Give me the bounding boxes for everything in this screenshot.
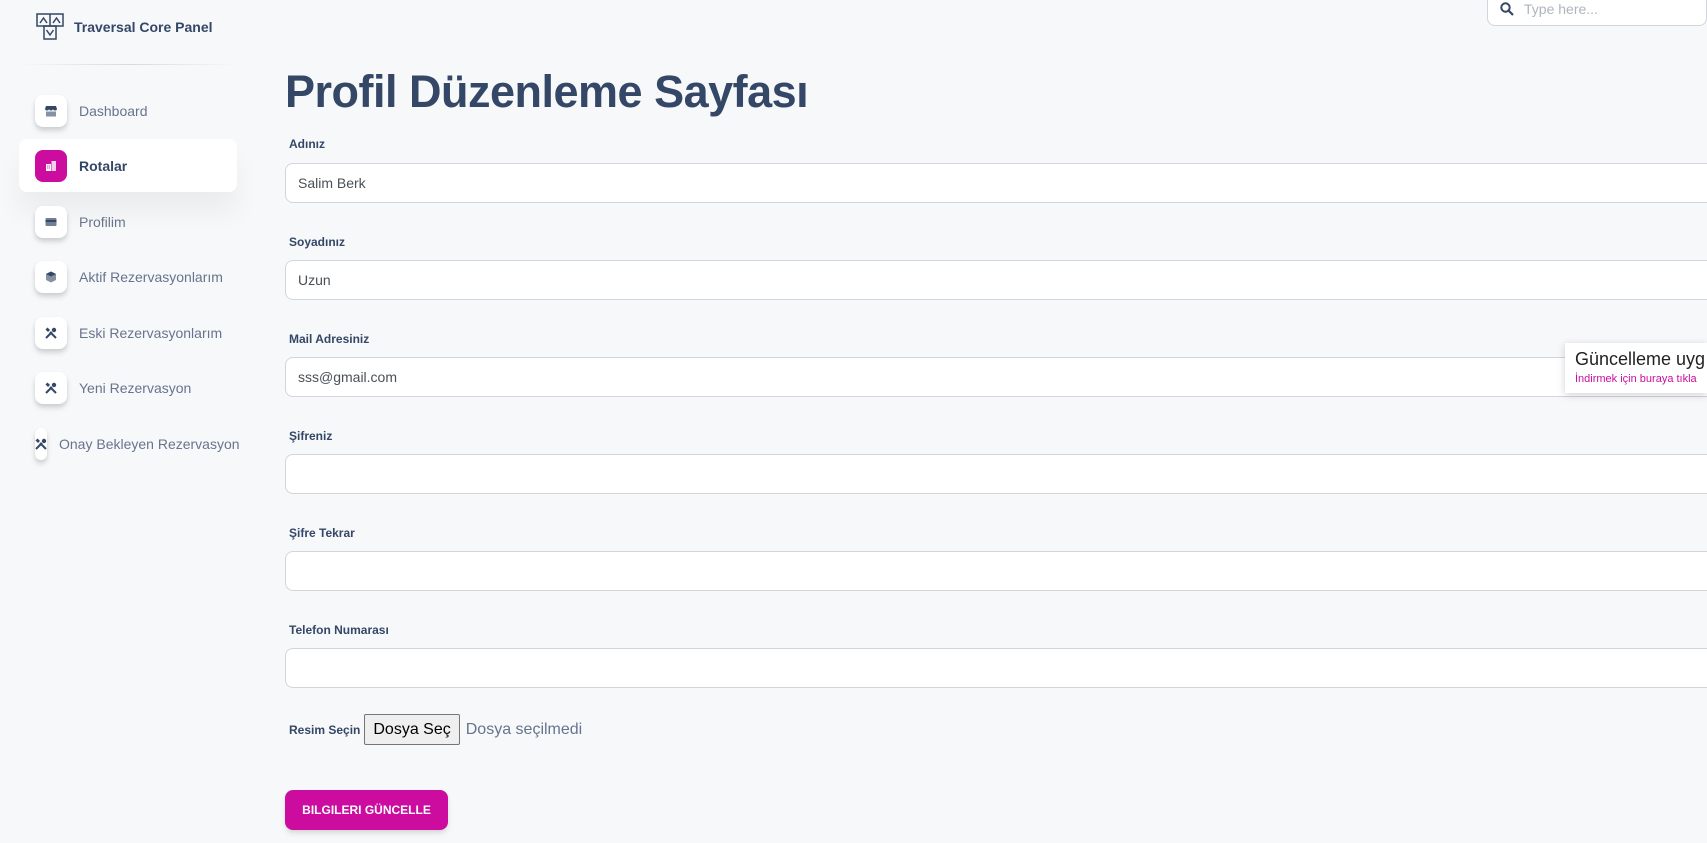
tools-icon bbox=[35, 427, 47, 460]
choose-file-button[interactable]: Dosya Seç bbox=[364, 714, 460, 745]
app-window: Traversal Core Panel Dashboard Rotalar P… bbox=[0, 0, 1707, 843]
sidebar-item-label: Eski Rezervasyonlarım bbox=[79, 324, 223, 341]
brand-name: Traversal Core Panel bbox=[74, 19, 213, 35]
sidebar-item-onay-bekleyen-rezervasyon[interactable]: Onay Bekleyen Rezervasyon bbox=[19, 417, 240, 470]
tools-icon bbox=[35, 371, 67, 404]
search-input[interactable] bbox=[1524, 1, 1674, 17]
notification-download-link[interactable]: İndirmek için buraya tıkla bbox=[1575, 373, 1707, 385]
update-info-button[interactable]: BILGILERI GÜNCELLE bbox=[285, 790, 448, 830]
sidebar-item-label: Dashboard bbox=[79, 102, 148, 119]
password-label: Şifreniz bbox=[289, 429, 333, 443]
sidebar-item-label: Aktif Rezervasyonlarım bbox=[79, 268, 223, 285]
tools-icon bbox=[35, 316, 67, 349]
last-name-label: Soyadınız bbox=[289, 235, 346, 249]
page-title: Profil Düzenleme Sayfası bbox=[285, 66, 809, 117]
search-icon bbox=[1500, 2, 1514, 16]
box-icon bbox=[35, 260, 67, 293]
password-confirm-input[interactable] bbox=[285, 551, 1707, 591]
brand[interactable]: Traversal Core Panel bbox=[35, 12, 213, 42]
search-box[interactable] bbox=[1487, 0, 1707, 26]
sidebar-item-rotalar[interactable]: Rotalar bbox=[19, 139, 237, 192]
first-name-input[interactable] bbox=[285, 163, 1707, 203]
image-upload-row: Resim Seçin Dosya Seç Dosya seçilmedi bbox=[289, 714, 582, 745]
phone-label: Telefon Numarası bbox=[289, 623, 389, 637]
first-name-label: Adınız bbox=[289, 137, 325, 151]
sidebar-item-eski-rezervasyonlarim[interactable]: Eski Rezervasyonlarım bbox=[19, 306, 237, 359]
sidebar-item-aktif-rezervasyonlarim[interactable]: Aktif Rezervasyonlarım bbox=[19, 250, 237, 303]
sidebar-item-label: Profilim bbox=[79, 213, 126, 230]
credit-card-icon bbox=[35, 205, 67, 238]
shop-icon bbox=[35, 94, 67, 127]
password-input[interactable] bbox=[285, 454, 1707, 494]
last-name-input[interactable] bbox=[285, 260, 1707, 300]
email-input[interactable] bbox=[285, 357, 1707, 397]
sidebar-item-label: Yeni Rezervasyon bbox=[79, 379, 192, 396]
sidebar-item-label: Onay Bekleyen Rezervasyon bbox=[59, 435, 240, 452]
sidebar: Traversal Core Panel Dashboard Rotalar P… bbox=[0, 0, 260, 843]
password-confirm-label: Şifre Tekrar bbox=[289, 526, 355, 540]
sidebar-item-dashboard[interactable]: Dashboard bbox=[19, 84, 237, 137]
sidebar-divider bbox=[18, 64, 240, 65]
file-status-text: Dosya seçilmedi bbox=[465, 720, 583, 738]
sidebar-item-label: Rotalar bbox=[79, 157, 128, 174]
office-icon bbox=[35, 149, 67, 182]
sidebar-item-profilim[interactable]: Profilim bbox=[19, 195, 237, 248]
image-upload-label: Resim Seçin bbox=[289, 722, 361, 737]
sidebar-item-yeni-rezervasyon[interactable]: Yeni Rezervasyon bbox=[19, 361, 237, 414]
email-label: Mail Adresiniz bbox=[289, 332, 370, 346]
update-notification[interactable]: Güncelleme uyg İndirmek için buraya tıkl… bbox=[1565, 343, 1707, 393]
notification-title: Güncelleme uyg bbox=[1575, 349, 1706, 369]
brand-logo-icon bbox=[36, 13, 64, 40]
phone-input[interactable] bbox=[285, 648, 1707, 688]
